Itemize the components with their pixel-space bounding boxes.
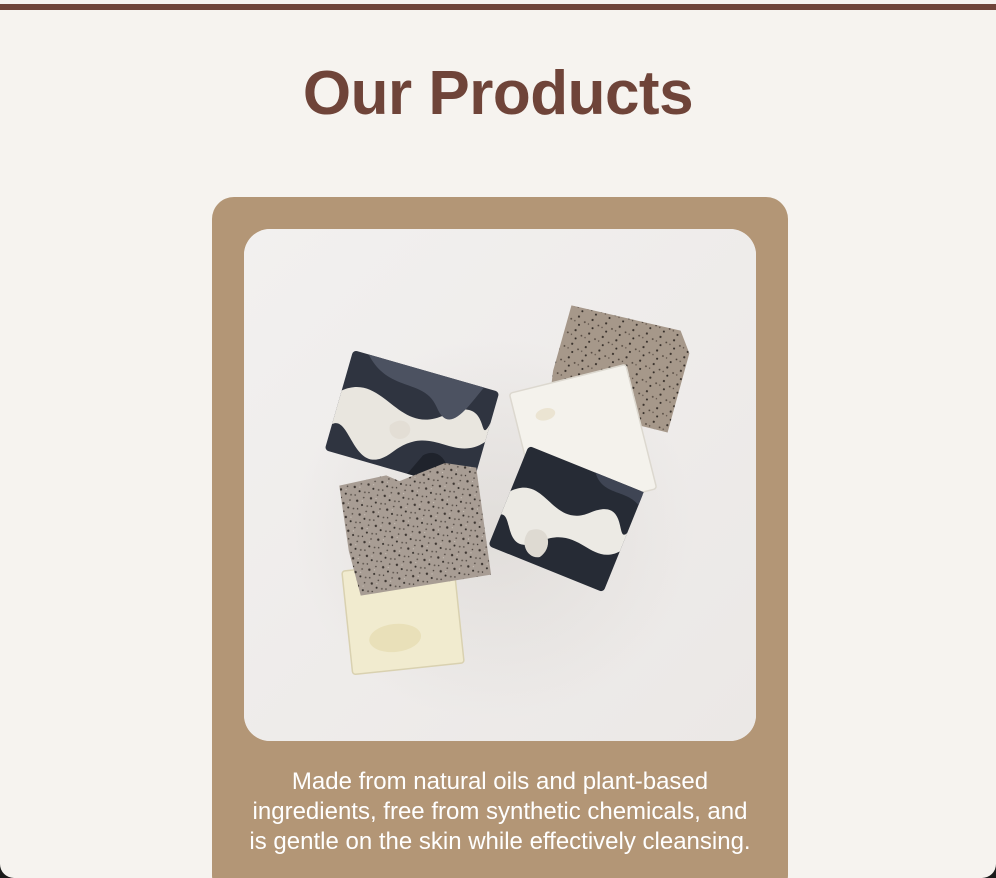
top-accent-bar (0, 4, 996, 10)
page: Our Products Made from natural oils and … (0, 0, 996, 878)
product-description: Made from natural oils and plant-based i… (249, 768, 751, 855)
product-card: Made from natural oils and plant-based i… (212, 197, 788, 878)
section-title: Our Products (302, 59, 694, 128)
product-image (244, 229, 756, 741)
